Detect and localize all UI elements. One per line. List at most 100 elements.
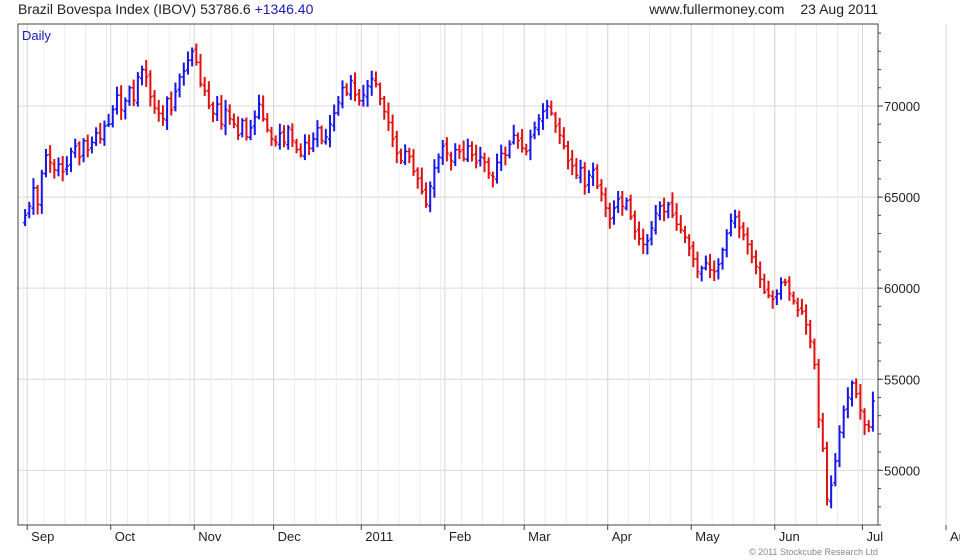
ohlc-bar [829, 475, 834, 509]
ohlc-bar [373, 71, 378, 88]
y-tick-label: 50000 [884, 463, 920, 478]
grid [18, 24, 947, 525]
x-tick-label: 2011 [365, 529, 393, 544]
ohlc-bar [123, 97, 128, 120]
ohlc-bar [407, 147, 412, 164]
ohlc-bar [248, 119, 253, 141]
ohlc-bar [190, 47, 195, 67]
x-tick-label: Apr [612, 529, 633, 544]
ohlc-bar [231, 113, 236, 129]
ohlc-bar [733, 209, 738, 229]
x-tick-label: Aug [950, 529, 960, 544]
ohlc-bar [282, 125, 287, 148]
ohlc-bar [728, 213, 733, 237]
ohlc-bar [277, 123, 282, 150]
ohlc-bar [165, 96, 170, 130]
ohlc-bar [236, 116, 241, 140]
ohlc-bar [319, 125, 324, 145]
x-tick-label: Feb [449, 529, 471, 544]
price-chart: 50000 55000 60000 65000 70000 Sep Oct Nov Dec 201… [17, 23, 960, 544]
ohlc-bar [762, 273, 767, 295]
ohlc-bar [649, 221, 654, 246]
ohlc-bar [816, 358, 821, 429]
ohlc-bar [453, 143, 458, 167]
ohlc-bar [73, 138, 78, 158]
ohlc-bar [503, 146, 508, 166]
ohlc-bar [499, 144, 504, 171]
copyright-note: © 2011 Stockcube Research Ltd [748, 547, 878, 557]
y-tick-label: 55000 [884, 372, 920, 387]
x-tick-label: Dec [278, 529, 302, 544]
ohlc-bar [841, 405, 846, 439]
ohlc-bar [799, 298, 804, 315]
ohlc-bar [632, 210, 637, 240]
ohlc-bar [256, 94, 261, 120]
x-tick-label: May [695, 529, 720, 544]
ohlc-bar [820, 412, 825, 452]
ohlc-bar [570, 150, 575, 176]
ohlc-bar [185, 51, 190, 75]
ohlc-bar [160, 105, 165, 126]
ohlc-bar [574, 158, 579, 180]
ohlc-bar [699, 265, 704, 282]
ohlc-bar [56, 157, 61, 177]
ohlc-bar [866, 420, 871, 433]
ohlc-bar [708, 253, 713, 279]
ohlc-bar [854, 378, 859, 399]
ohlc-bar [528, 129, 533, 161]
ohlc-bar [737, 210, 742, 239]
ohlc-bar [48, 145, 53, 173]
ohlc-bar [666, 201, 671, 219]
ohlc-bar [357, 88, 362, 106]
ohlc-bar [490, 171, 495, 188]
ohlc-bar [628, 194, 633, 220]
ohlc-bar [566, 140, 571, 170]
ohlc-bar [586, 170, 591, 194]
ohlc-bar [119, 85, 124, 120]
ohlc-bar [770, 290, 775, 309]
ohlc-bar [557, 117, 562, 145]
ohlc-bar [469, 141, 474, 162]
ohlc-bar [858, 384, 863, 420]
ohlc-bar [670, 192, 675, 219]
ohlc-bar [549, 100, 554, 116]
ohlc-bar [716, 258, 721, 280]
ohlc-bar [415, 167, 420, 189]
ohlc-bar [31, 178, 36, 215]
ohlc-bar [398, 148, 403, 165]
ohlc-bar [386, 102, 391, 131]
ohlc-bar [741, 222, 746, 241]
ohlc-bar [474, 144, 479, 169]
ohlc-bar [411, 149, 416, 176]
ohlc-bar [77, 141, 82, 166]
ohlc-bar [486, 157, 491, 179]
ohlc-bar [173, 82, 178, 112]
ohlc-bar [712, 260, 717, 282]
ohlc-bar [720, 247, 725, 270]
ohlc-bar [833, 453, 838, 487]
ohlc-bar [515, 132, 520, 149]
ohlc-bar [311, 132, 316, 153]
ohlc-bar [39, 169, 44, 214]
ohlc-bar [114, 86, 119, 115]
x-tick-label: Mar [528, 529, 551, 544]
ohlc-bar [553, 111, 558, 133]
ohlc-bar [545, 99, 550, 119]
x-tick-label: Jun [779, 529, 800, 544]
ohlc-bar [94, 127, 99, 147]
ohlc-bar [181, 62, 186, 86]
ohlc-bar [440, 140, 445, 165]
ohlc-bar [390, 114, 395, 148]
ohlc-bar [340, 80, 345, 109]
x-tick-label: Nov [198, 529, 222, 544]
ohlc-bar [482, 152, 487, 173]
ohlc-bar [294, 138, 299, 154]
ohlc-bar [106, 113, 111, 128]
ohlc-bar [219, 95, 224, 130]
ohlc-bar [449, 151, 454, 171]
ohlc-bar [599, 179, 604, 202]
ohlc-bar [657, 201, 662, 221]
ohlc-bar [378, 82, 383, 106]
x-tick-label: Sep [31, 529, 54, 544]
ohlc-bar [524, 143, 529, 156]
